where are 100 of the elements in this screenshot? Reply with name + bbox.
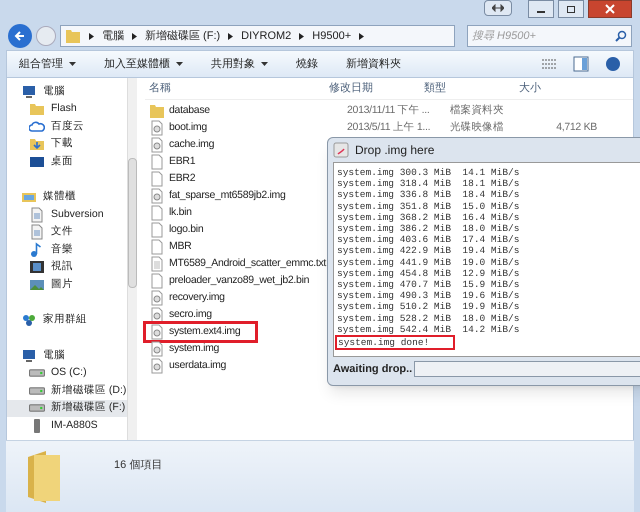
- blank-file-icon: [149, 204, 165, 220]
- file-name[interactable]: database: [145, 102, 210, 118]
- log-line: system.img 386.2 MiB 18.0 MiB/s: [337, 223, 520, 234]
- dialog-title: Drop .img here: [355, 142, 434, 159]
- search-field[interactable]: 搜尋 H9500+: [467, 25, 632, 47]
- sidebar-item[interactable]: 電腦: [7, 83, 127, 100]
- sidebar-item[interactable]: OS (C:): [7, 364, 127, 382]
- document-icon: [29, 206, 45, 223]
- sidebar-item[interactable]: 新增磁碟區 (F:): [7, 400, 127, 417]
- toolbar-button[interactable]: 加入至媒體櫃: [104, 56, 183, 72]
- log-line: system.img 490.3 MiB 19.6 MiB/s: [337, 290, 520, 302]
- sidebar-item[interactable]: 圖片: [7, 276, 127, 294]
- file-name[interactable]: system.ext4.img: [145, 322, 256, 340]
- toolbar-button[interactable]: 組合管理: [19, 56, 76, 72]
- file-name[interactable]: system.img: [145, 340, 220, 356]
- preview-pane-icon[interactable]: [573, 56, 589, 72]
- disc-image-file-icon: [149, 120, 165, 136]
- size-cell-text: 4,712 KB: [555, 120, 597, 135]
- disc-image-file-icon: [149, 340, 165, 356]
- column-header[interactable]: 修改日期: [325, 80, 420, 97]
- sidebar-item[interactable]: 文件: [7, 224, 127, 241]
- resize-button[interactable]: [484, 0, 512, 16]
- sidebar-item[interactable]: Flash: [7, 100, 127, 118]
- column-header[interactable]: 名稱: [145, 80, 325, 97]
- column-header[interactable]: 大小: [515, 80, 575, 97]
- toolbar-button[interactable]: 燒錄: [296, 56, 318, 72]
- chevron-right-icon[interactable]: [228, 32, 234, 40]
- chevron-right-icon[interactable]: [299, 32, 304, 40]
- toolbar-button[interactable]: 共用對象: [211, 56, 268, 72]
- type-cell-text: 光碟映像檔: [450, 120, 504, 135]
- status-text: Awaiting drop..: [333, 362, 412, 377]
- item-count: 16 個項目: [114, 458, 162, 473]
- file-name[interactable]: EBR1: [145, 154, 196, 170]
- type-cell-text: 檔案資料夾: [450, 102, 504, 118]
- log-line: system.img 422.9 MiB 19.4 MiB/s: [337, 245, 520, 256]
- log-line: system.img done!: [337, 337, 454, 348]
- sidebar-item[interactable]: 媒體櫃: [7, 188, 127, 206]
- sidebar-item[interactable]: 新增磁碟區 (D:): [7, 382, 127, 400]
- search-input[interactable]: 搜尋 H9500+: [472, 28, 615, 44]
- chevron-right-icon[interactable]: [132, 32, 137, 40]
- log-line: system.img 528.2 MiB 18.0 MiB/s: [337, 312, 520, 324]
- drive-icon: [29, 369, 45, 378]
- close-button[interactable]: [588, 0, 632, 18]
- file-name[interactable]: MT6589_Android_scatter_emmc.txt: [145, 256, 326, 272]
- file-name[interactable]: fat_sparse_mt6589jb2.img: [145, 188, 286, 204]
- maximize-button[interactable]: [558, 0, 584, 18]
- homegroup-icon: [21, 312, 37, 328]
- sidebar-item[interactable]: 音樂: [7, 241, 127, 258]
- file-name[interactable]: logo.bin: [145, 222, 204, 238]
- computer-icon: [21, 84, 37, 100]
- file-name[interactable]: boot.img: [145, 120, 207, 136]
- disc-image-file-icon: [149, 188, 165, 204]
- log-line: system.img 318.4 MiB 18.1 MiB/s: [337, 178, 520, 190]
- double-arrow-icon: [492, 4, 504, 12]
- sidebar-item[interactable]: IM-A880S: [7, 417, 127, 434]
- minimize-button[interactable]: [528, 0, 554, 18]
- file-name[interactable]: lk.bin: [145, 204, 192, 220]
- back-button[interactable]: [8, 24, 32, 48]
- breadcrumb-item[interactable]: H9500+: [312, 28, 352, 44]
- file-name[interactable]: userdata.img: [145, 358, 226, 374]
- close-icon: [605, 4, 615, 14]
- blank-file-icon: [149, 154, 165, 170]
- breadcrumb-item[interactable]: 電腦: [102, 28, 124, 44]
- sidebar-item[interactable]: 桌面: [7, 153, 127, 170]
- disc-image-file-icon: [149, 324, 165, 340]
- sidebar-item[interactable]: 百度云: [7, 118, 127, 136]
- chevron-right-icon[interactable]: [89, 32, 94, 40]
- sidebar-item[interactable]: 家用群組: [7, 312, 127, 329]
- folder-icon: [29, 101, 45, 118]
- drive-icon: [29, 404, 45, 412]
- breadcrumb-item[interactable]: 新增磁碟區 (F:): [145, 28, 220, 44]
- sidebar-item[interactable]: 視訊: [7, 258, 127, 276]
- file-name[interactable]: preloader_vanzo89_wet_jb2.bin: [145, 272, 310, 288]
- column-header[interactable]: 類型: [420, 80, 515, 97]
- log-line: system.img 336.8 MiB 18.4 MiB/s: [337, 189, 520, 200]
- file-name[interactable]: EBR2: [145, 170, 196, 186]
- file-name[interactable]: recovery.img: [145, 290, 225, 306]
- sidebar-item[interactable]: 電腦: [7, 347, 127, 364]
- date-cell-text: 2013/11/11 下午 ...: [347, 102, 430, 118]
- document-icon: [29, 224, 45, 240]
- folder-icon: [149, 102, 165, 118]
- log-line: system.img 542.4 MiB 14.2 MiB/s: [337, 324, 520, 335]
- sidebar-item[interactable]: 下載: [7, 136, 127, 153]
- text-file-icon: [149, 256, 165, 272]
- blank-file-icon: [149, 238, 165, 254]
- toolbar-button[interactable]: 新增資料夾: [346, 56, 401, 72]
- view-options-icon[interactable]: [541, 58, 557, 70]
- back-arrow-icon: [14, 30, 26, 42]
- breadcrumb-item[interactable]: DIYROM2: [241, 28, 292, 44]
- file-name[interactable]: MBR: [145, 238, 192, 254]
- log-line: system.img 441.9 MiB 19.0 MiB/s: [337, 256, 520, 268]
- log-line: system.img 368.2 MiB 16.4 MiB/s: [337, 212, 520, 223]
- sidebar-item[interactable]: Subversion: [7, 206, 127, 224]
- file-name[interactable]: cache.img: [145, 136, 214, 152]
- date-cell-text: 2013/5/11 上午 1...: [347, 120, 430, 135]
- file-name[interactable]: secro.img: [145, 306, 212, 322]
- chevron-right-icon[interactable]: [359, 32, 364, 40]
- search-icon: [615, 30, 627, 42]
- download-folder-icon: [29, 136, 45, 152]
- blank-file-icon: [149, 170, 165, 186]
